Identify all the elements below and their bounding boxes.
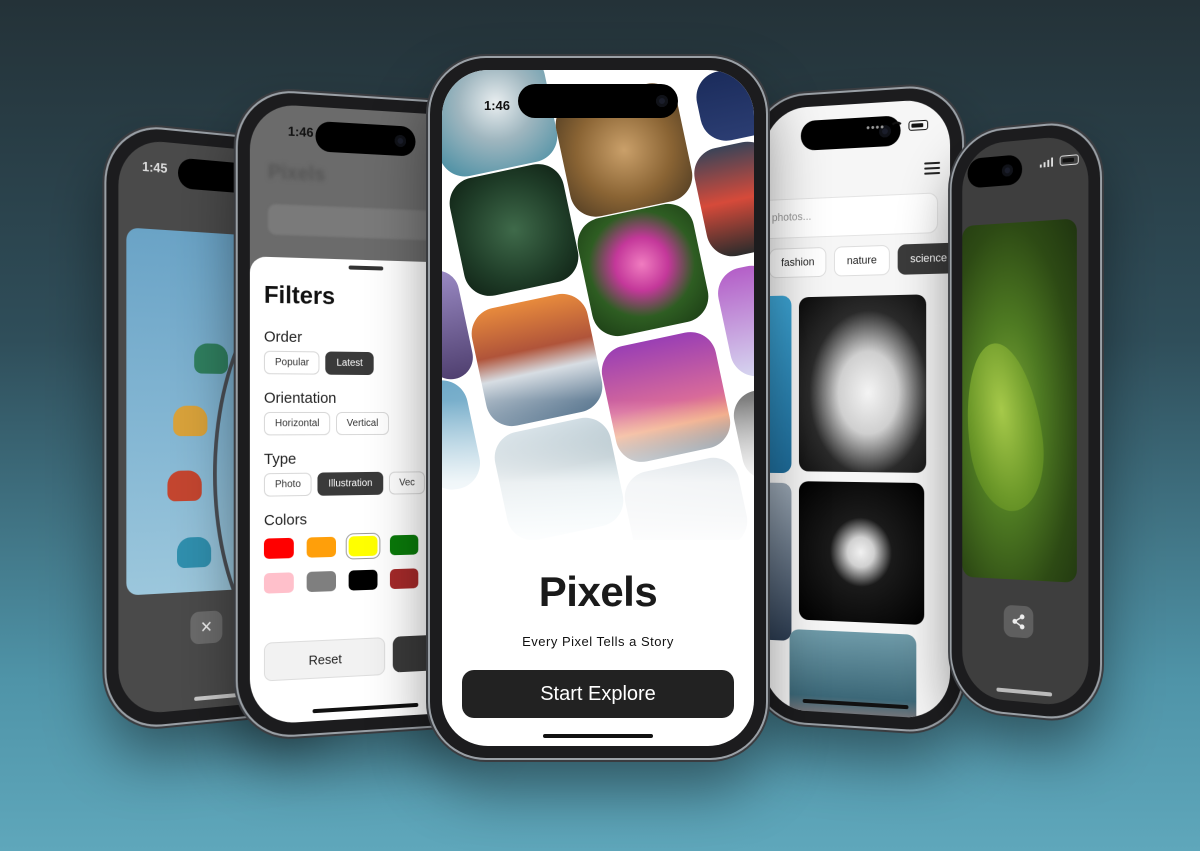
orientation-horizontal-chip[interactable]: Horizontal [263, 411, 331, 436]
collage-photo-night [691, 70, 754, 146]
collage-photo-lotus [572, 199, 714, 341]
leaf-photo [962, 218, 1077, 583]
collage-fade [442, 400, 754, 540]
phone-photo-viewer-right [951, 120, 1101, 722]
order-popular-chip[interactable]: Popular [263, 350, 320, 375]
color-swatch[interactable] [389, 534, 419, 556]
status-time: 1:46 [484, 98, 511, 113]
home-indicator [543, 734, 653, 738]
close-button[interactable]: ✕ [190, 610, 223, 645]
app-tagline: Every Pixel Tells a Story [522, 634, 674, 649]
menu-icon[interactable] [924, 161, 941, 175]
color-swatches-row-1 [263, 534, 419, 559]
color-swatch[interactable] [263, 537, 294, 559]
close-icon: ✕ [200, 618, 213, 637]
type-illustration-chip[interactable]: Illustration [317, 471, 383, 496]
tag-nature[interactable]: nature [834, 244, 890, 277]
order-label: Order [263, 328, 303, 347]
type-chips: Photo Illustration Vec [263, 471, 426, 497]
orientation-label: Orientation [263, 389, 337, 407]
filters-title: Filters [263, 281, 336, 311]
collage-photo-purple [713, 260, 754, 382]
reset-button[interactable]: Reset [263, 637, 386, 682]
dynamic-island [315, 121, 416, 157]
battery-icon [908, 119, 929, 131]
orientation-chips: Horizontal Vertical [263, 411, 389, 436]
color-swatch[interactable] [306, 570, 337, 593]
sheet-grabber[interactable] [348, 265, 384, 271]
type-label: Type [263, 450, 297, 469]
color-swatch[interactable] [348, 569, 378, 591]
type-photo-chip[interactable]: Photo [263, 472, 312, 497]
status-time: 1:46 [287, 123, 314, 141]
wifi-icon [890, 121, 904, 132]
status-icons [1039, 154, 1079, 168]
home-indicator [996, 687, 1053, 697]
grid-photo[interactable] [763, 295, 792, 474]
color-swatch[interactable] [263, 572, 294, 594]
phone-browse: •••• photos... fashion nature science [752, 85, 963, 733]
collage-photo-leaves [444, 159, 584, 301]
photo-collage [442, 70, 754, 540]
tag-science[interactable]: science [897, 242, 951, 275]
share-icon [1004, 605, 1034, 639]
tag-list: fashion nature science [769, 242, 951, 279]
grid-photo[interactable] [763, 482, 792, 641]
search-placeholder: photos... [771, 210, 812, 225]
screen [962, 133, 1089, 709]
order-latest-chip[interactable]: Latest [325, 351, 374, 376]
start-explore-button[interactable]: Start Explore [462, 670, 734, 718]
color-swatches-row-2 [263, 568, 419, 594]
battery-icon [1059, 154, 1079, 166]
search-input[interactable]: photos... [763, 192, 939, 240]
app-title: Pixels [538, 568, 658, 615]
signal-icon [1039, 156, 1055, 168]
dynamic-island [518, 84, 678, 118]
color-swatch[interactable] [306, 536, 337, 558]
type-vector-chip[interactable]: Vec [388, 471, 426, 495]
colors-label: Colors [263, 511, 308, 530]
screen: 1:46 Pixels Every Pixel Tells a Story St… [442, 70, 754, 746]
color-swatch[interactable] [389, 568, 419, 590]
orientation-vertical-chip[interactable]: Vertical [336, 411, 389, 436]
grid-photo-guitar[interactable] [798, 294, 927, 473]
share-button[interactable] [1003, 604, 1034, 639]
blurred-app-title: Pixels [267, 161, 326, 187]
grid-photo-astronaut[interactable] [798, 481, 925, 626]
order-chips: Popular Latest [263, 350, 374, 376]
collage-photo-volcano [689, 136, 754, 262]
dynamic-island [967, 154, 1023, 189]
phone-welcome: 1:46 Pixels Every Pixel Tells a Story St… [430, 58, 766, 758]
status-time: 1:45 [142, 158, 168, 177]
screen: •••• photos... fashion nature science [763, 98, 951, 720]
status-icons: •••• [866, 119, 929, 135]
tag-fashion[interactable]: fashion [769, 246, 827, 279]
color-swatch[interactable] [348, 535, 378, 557]
signal-dots-icon: •••• [866, 121, 885, 135]
